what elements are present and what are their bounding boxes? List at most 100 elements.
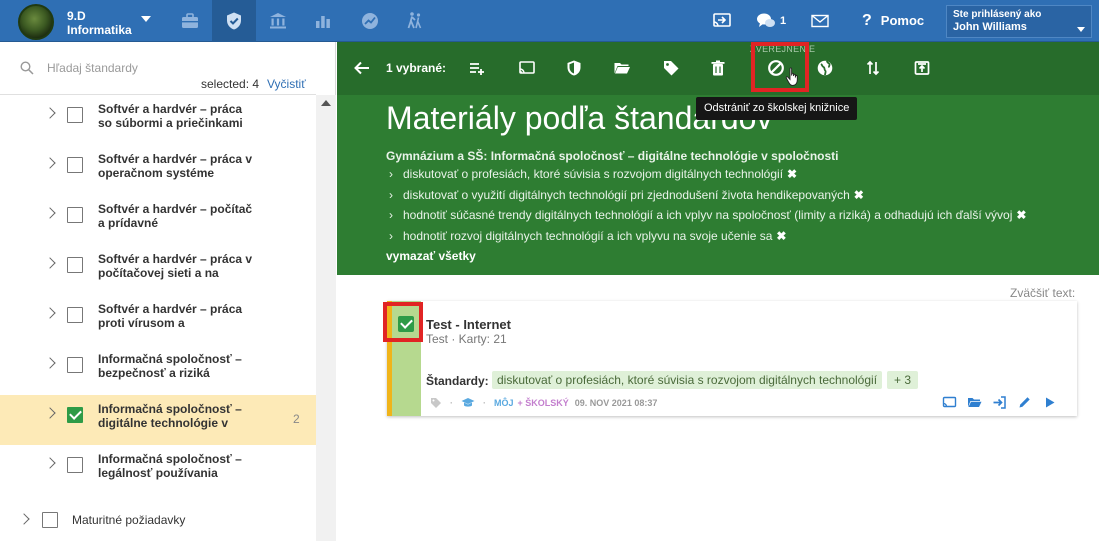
clear-selection-link[interactable]: Vyčistiť xyxy=(267,77,306,91)
tree-root-item[interactable]: Maturitné požiadavky xyxy=(0,495,316,541)
chevron-right-icon[interactable] xyxy=(44,407,56,419)
cast-selected-button[interactable] xyxy=(517,58,537,78)
chevron-down-icon[interactable] xyxy=(141,16,151,22)
card-date: 09. NOV 2021 08:37 xyxy=(574,398,658,408)
help-button[interactable]: ? Pomoc xyxy=(862,12,924,30)
checkbox[interactable] xyxy=(67,107,83,123)
chevron-right-icon[interactable] xyxy=(44,257,56,269)
tree-item[interactable]: Softvér a hardvér – práca so súbormi a p… xyxy=(0,95,316,145)
cast-icon xyxy=(713,13,731,27)
separator-dot: · xyxy=(450,398,453,408)
chevron-right-icon[interactable] xyxy=(18,513,30,525)
add-to-list-button[interactable] xyxy=(467,58,487,78)
delete-button[interactable] xyxy=(708,58,728,78)
scroll-up-arrow-icon[interactable] xyxy=(321,100,331,106)
chevron-right-icon[interactable] xyxy=(44,207,56,219)
tree-item-label: Softvér a hardvér – práca so súbormi a p… xyxy=(98,102,243,130)
tree-item[interactable]: Softvér a hardvér – počítač a prídavné xyxy=(0,195,316,245)
tree-item[interactable]: Softvér a hardvér – práca v operačnom sy… xyxy=(0,145,316,195)
sidebar-scrollbar[interactable] xyxy=(316,95,336,541)
cast-icon[interactable] xyxy=(942,395,957,410)
remove-standard-icon[interactable]: ✖ xyxy=(854,188,864,202)
class-selector[interactable]: 9.D Informatika xyxy=(67,9,132,37)
checkbox[interactable] xyxy=(42,512,58,528)
export-button[interactable] xyxy=(912,58,932,78)
nav-briefcase[interactable] xyxy=(168,0,212,42)
play-icon[interactable] xyxy=(1042,395,1057,410)
subject-name: Informatika xyxy=(67,23,132,37)
nav-progress[interactable] xyxy=(348,0,392,42)
checkbox[interactable] xyxy=(67,257,83,273)
nav-institution[interactable] xyxy=(256,0,300,42)
checkbox[interactable] xyxy=(67,307,83,323)
school-badge: + ŠKOLSKÝ xyxy=(517,398,569,408)
nav-statistics[interactable] xyxy=(301,0,345,42)
standard-item: › hodnotiť súčasné trendy digitálnych tec… xyxy=(389,208,1026,222)
card-title[interactable]: Test - Internet xyxy=(426,317,511,332)
material-card[interactable]: Test - Internet Test · Karty: 21 Štandar… xyxy=(387,301,1077,416)
tree-item[interactable]: Informačná spoločnosť – legálnosť použív… xyxy=(0,445,316,495)
walking-icon xyxy=(407,12,422,29)
sign-in-icon[interactable] xyxy=(992,395,1007,410)
checkbox[interactable] xyxy=(67,457,83,473)
chevron-right-icon[interactable] xyxy=(44,457,56,469)
globe-icon xyxy=(817,60,833,76)
checkbox[interactable] xyxy=(67,207,83,223)
cast-button[interactable] xyxy=(712,10,732,32)
pencil-icon[interactable] xyxy=(1017,395,1032,410)
sort-button[interactable] xyxy=(863,58,883,78)
publish-public-button[interactable] xyxy=(815,58,835,78)
cast-icon xyxy=(519,61,535,74)
back-button[interactable] xyxy=(352,58,372,78)
nav-shield[interactable] xyxy=(212,0,256,42)
standard-chip[interactable]: diskutovať o profesiách, ktoré súvisia s… xyxy=(492,371,883,389)
school-logo[interactable] xyxy=(18,4,54,40)
tree-item-label: Informačná spoločnosť – digitálne techno… xyxy=(98,402,242,430)
chevron-right-icon[interactable] xyxy=(44,307,56,319)
graph-icon xyxy=(362,13,378,29)
zoom-text-label[interactable]: Zväčšiť text: xyxy=(1010,286,1075,300)
user-menu[interactable]: Ste prihlásený ako John Williams xyxy=(946,5,1092,38)
nav-activity[interactable] xyxy=(393,0,437,42)
more-standards-chip[interactable]: + 3 xyxy=(887,371,919,389)
checkbox[interactable] xyxy=(67,157,83,173)
chevron-right-icon: › xyxy=(389,167,393,181)
highlight-box xyxy=(383,302,423,342)
briefcase-icon xyxy=(182,13,198,28)
shield-button[interactable] xyxy=(564,58,584,78)
standards-heading: Gymnázium a SŠ: Informačná spoločnosť – … xyxy=(386,149,839,163)
institution-icon xyxy=(270,13,286,29)
folder-open-icon xyxy=(614,63,630,74)
selected-count-text: 1 vybrané: xyxy=(386,61,447,75)
chevron-right-icon[interactable] xyxy=(44,357,56,369)
mail-button[interactable] xyxy=(810,10,830,32)
search-input[interactable]: Hľadaj štandardy xyxy=(47,61,138,75)
remove-standard-icon[interactable]: ✖ xyxy=(776,229,786,243)
checkbox-checked[interactable] xyxy=(67,407,83,423)
folder-open-icon[interactable] xyxy=(967,395,982,410)
help-label: Pomoc xyxy=(880,13,925,28)
tree-item[interactable]: Informačná spoločnosť – bezpečnosť a riz… xyxy=(0,345,316,395)
checkbox[interactable] xyxy=(67,357,83,373)
chevron-right-icon: › xyxy=(389,229,393,243)
chevron-right-icon[interactable] xyxy=(44,107,56,119)
tag-button[interactable] xyxy=(661,58,681,78)
remove-standard-icon[interactable]: ✖ xyxy=(1016,208,1026,222)
tag-icon[interactable] xyxy=(430,397,442,409)
tree-item[interactable]: Softvér a hardvér – práca proti vírusom … xyxy=(0,295,316,345)
standard-text: diskutovať o využití digitálnych technol… xyxy=(403,188,850,202)
tag-icon xyxy=(664,61,679,76)
tree-item[interactable]: Softvér a hardvér – práca v počítačovej … xyxy=(0,245,316,295)
tree-item-label: Informačná spoločnosť – legálnosť použív… xyxy=(98,452,242,480)
standard-item: › diskutovať o profesiách, ktoré súvisia … xyxy=(389,167,797,181)
chevron-right-icon: › xyxy=(389,188,393,202)
chevron-right-icon[interactable] xyxy=(44,157,56,169)
selected-count: selected: 4 xyxy=(201,77,260,91)
clear-all-link[interactable]: vymazať všetky xyxy=(386,249,476,263)
messages-button[interactable]: 1 xyxy=(756,10,786,32)
tree-item-selected[interactable]: Informačná spoločnosť – digitálne techno… xyxy=(0,395,316,445)
remove-standard-icon[interactable]: ✖ xyxy=(787,167,797,181)
export-icon xyxy=(914,61,930,75)
standard-item: › diskutovať o využití digitálnych techno… xyxy=(389,188,864,202)
move-to-folder-button[interactable] xyxy=(612,58,632,78)
